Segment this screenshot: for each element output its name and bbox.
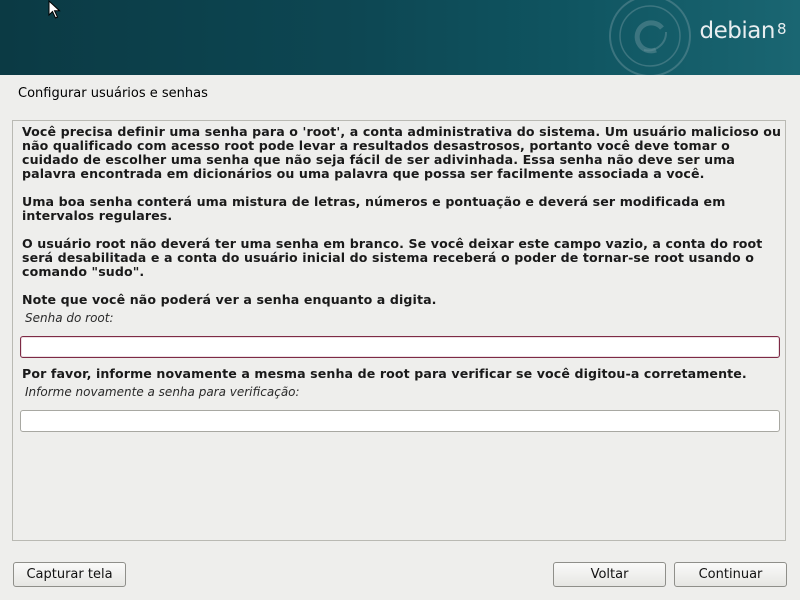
mouse-pointer-icon (48, 0, 61, 19)
verify-password-label: Informe novamente a senha para verificaç… (25, 385, 300, 399)
root-password-input[interactable] (20, 336, 780, 358)
blank-password-paragraph: O usuário root não deverá ter uma senha … (22, 236, 763, 279)
logo-text: debian (699, 18, 776, 44)
good-password-paragraph: Uma boa senha conterá uma mistura de let… (22, 194, 726, 223)
header-banner: debian 8 (0, 0, 800, 75)
root-password-label: Senha do root: (25, 311, 114, 325)
verify-password-prompt: Por favor, informe novamente a mesma sen… (22, 366, 747, 381)
debian-logo: debian 8 (699, 18, 787, 44)
screenshot-button[interactable]: Capturar tela (13, 562, 126, 587)
verify-password-input[interactable] (20, 410, 780, 432)
logo-version: 8 (776, 20, 787, 38)
hidden-password-note: Note que você não poderá ver a senha enq… (22, 292, 437, 307)
back-button[interactable]: Voltar (553, 562, 666, 587)
intro-paragraph: Você precisa definir uma senha para o 'r… (22, 124, 782, 181)
page-title: Configurar usuários e senhas (18, 86, 208, 101)
continue-button[interactable]: Continuar (674, 562, 787, 587)
content-panel (12, 120, 786, 541)
